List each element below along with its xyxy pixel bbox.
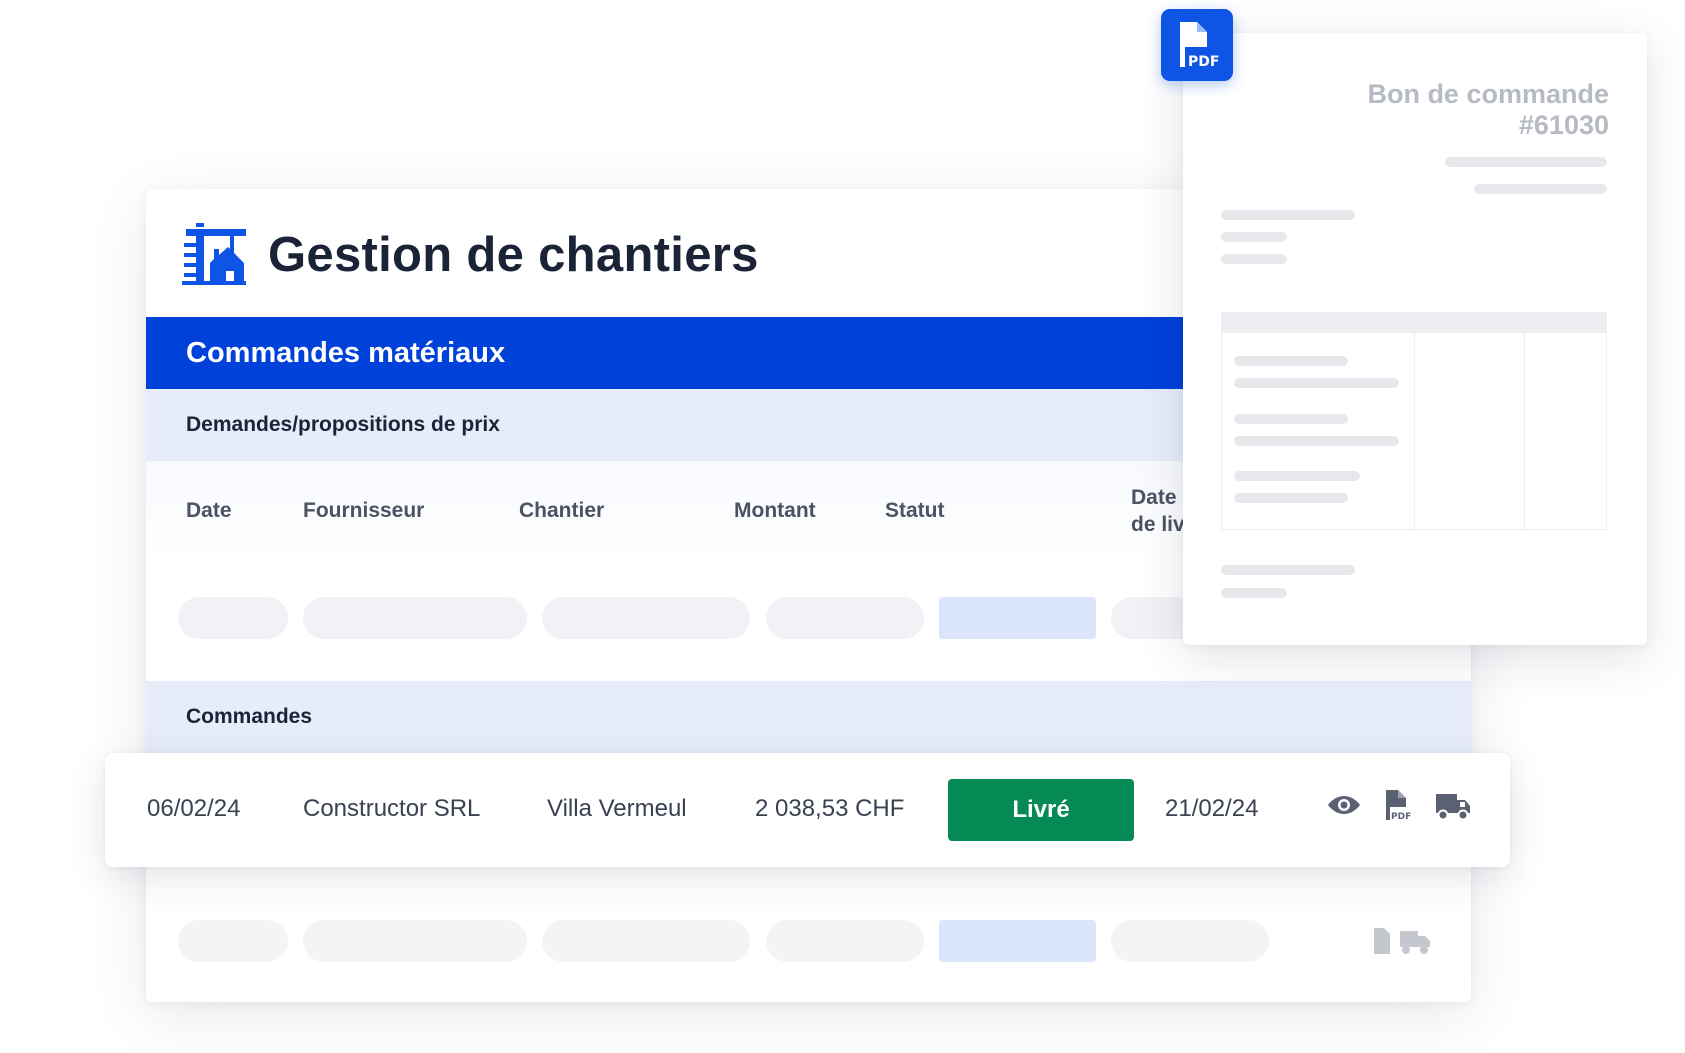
app-title: Gestion de chantiers [268,228,759,282]
column-header-delivery-date[interactable]: Date de liv [1131,484,1185,538]
construction-crane-icon [182,223,246,285]
placeholder-amount [766,920,924,962]
document-title-line2: #61030 [1518,110,1609,140]
document-text-line [1234,471,1360,481]
column-header-site[interactable]: Chantier [519,497,604,524]
table-row[interactable]: 06/02/24 Constructor SRL Villa Vermeul 2… [105,753,1510,867]
pdf-file-icon[interactable]: PDF [1384,789,1414,821]
document-text-line [1234,493,1348,503]
column-header-delivery-date-line1: Date [1131,486,1177,509]
placeholder-actions [1372,927,1436,962]
placeholder-site [542,597,750,639]
placeholder-site [542,920,750,962]
order-supplier: Constructor SRL [303,795,481,822]
placeholder-pdf-truck-icons [1374,928,1430,954]
column-header-supplier[interactable]: Fournisseur [303,497,424,524]
document-text-line [1234,356,1348,366]
column-header-status[interactable]: Statut [885,497,945,524]
document-table [1221,312,1607,530]
document-table-divider [1414,333,1415,529]
document-text-line [1221,210,1355,220]
document-text-line [1234,414,1348,424]
order-site: Villa Vermeul [547,795,687,822]
placeholder-amount [766,597,924,639]
placeholder-date [178,920,288,962]
eye-icon[interactable] [1327,793,1361,817]
document-text-line [1221,232,1287,242]
column-header-date[interactable]: Date [186,497,232,524]
placeholder-date [178,597,288,639]
placeholder-supplier [303,597,527,639]
document-text-line [1445,157,1607,167]
delivery-truck-icon[interactable] [1435,791,1471,821]
document-title: Bon de commande #61030 [1289,79,1609,141]
placeholder-status [939,597,1096,639]
order-delivery-date: 21/02/24 [1165,795,1259,822]
placeholder-supplier [303,920,527,962]
quotes-section-title: Demandes/propositions de prix [186,413,500,436]
document-text-line [1474,184,1607,194]
placeholder-status [939,920,1096,962]
orders-section-header[interactable]: Commandes [146,681,1471,753]
document-text-line [1234,378,1399,388]
document-table-divider [1524,333,1525,529]
document-table-header [1222,313,1606,333]
column-header-delivery-date-line2: de liv [1131,513,1185,536]
document-text-line [1221,254,1287,264]
document-text-line [1234,436,1399,446]
order-amount: 2 038,53 CHF [755,795,905,822]
placeholder-delivery-date [1111,920,1269,962]
pdf-badge-label: PDF [1188,54,1219,70]
purchase-order-document[interactable]: Bon de commande #61030 [1183,33,1647,645]
pdf-file-icon: PDF [1180,22,1219,70]
column-header-amount[interactable]: Montant [734,497,816,524]
order-date: 06/02/24 [147,795,241,822]
document-title-line1: Bon de commande [1367,79,1609,109]
document-text-line [1221,588,1287,598]
status-badge: Livré [948,779,1134,841]
pdf-badge[interactable]: PDF [1161,9,1233,81]
svg-text:PDF: PDF [1391,812,1411,821]
orders-section-title: Commandes [186,705,313,728]
document-text-line [1221,565,1355,575]
section-title: Commandes matériaux [186,337,506,369]
